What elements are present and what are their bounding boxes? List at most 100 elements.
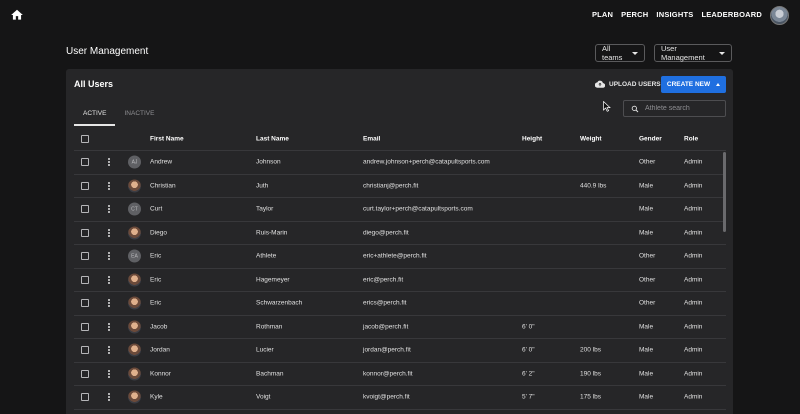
more-vert-icon[interactable] [108, 393, 110, 402]
select-all-checkbox[interactable] [81, 134, 89, 143]
cell-first-name: Christian [150, 182, 176, 190]
more-vert-icon[interactable] [108, 228, 110, 237]
create-new-label: CREATE NEW [666, 81, 711, 88]
col-last-name[interactable]: Last Name [256, 135, 289, 142]
users-card: All Users UPLOAD USERS CREATE NEW ACTIVE… [66, 69, 733, 414]
table-row[interactable]: Konnor Bachman konnor@perch.fit 6' 2" 190 lb… [74, 363, 726, 386]
nav-perch[interactable]: PERCH [621, 10, 648, 19]
cell-email: curt.taylor+perch@catapultsports.com [363, 205, 473, 213]
more-vert-icon[interactable] [108, 275, 110, 284]
status-tabs: ACTIVE INACTIVE [74, 107, 163, 126]
tab-inactive[interactable]: INACTIVE [115, 107, 163, 126]
row-checkbox[interactable] [81, 275, 89, 284]
teams-dropdown-label: All teams [602, 44, 623, 62]
table-row[interactable]: Eric Schwarzenbach erics@perch.fit Other Adm… [74, 292, 726, 316]
table-row[interactable]: Christian Juth christianj@perch.fit 440.9 l… [74, 175, 726, 198]
mouse-cursor-icon [603, 101, 611, 112]
cell-gender: Male [639, 182, 654, 190]
cell-email: jordan@perch.fit [363, 346, 411, 354]
row-checkbox[interactable] [81, 181, 89, 190]
search-input[interactable] [645, 105, 725, 112]
cell-gender: Other [639, 276, 656, 284]
cell-gender: Male [639, 205, 654, 213]
cell-last-name: Rothman [256, 323, 283, 331]
row-checkbox[interactable] [81, 158, 89, 167]
cell-last-name: Hagemeyer [256, 276, 290, 284]
col-email[interactable]: Email [363, 135, 380, 142]
nav-plan[interactable]: PLAN [592, 10, 613, 19]
cell-role: Admin [684, 205, 703, 213]
cell-gender: Male [639, 323, 654, 331]
chevron-up-icon [716, 83, 721, 86]
row-checkbox[interactable] [81, 228, 89, 237]
cell-role: Admin [684, 370, 703, 378]
cell-gender: Male [639, 346, 654, 354]
cell-first-name: Eric [150, 299, 162, 307]
more-vert-icon[interactable] [108, 252, 110, 261]
table-header: First Name Last Name Email Height Weight… [74, 127, 726, 151]
tab-active[interactable]: ACTIVE [74, 107, 116, 126]
table-row[interactable]: AJ Andrew Johnson andrew.johnson+perch@cata… [74, 151, 726, 175]
more-vert-icon[interactable] [108, 158, 110, 167]
cell-last-name: Taylor [256, 205, 274, 213]
col-weight[interactable]: Weight [580, 135, 602, 142]
cell-weight: 175 lbs [580, 393, 601, 401]
cell-weight: 190 lbs [580, 370, 601, 378]
top-navigation-bar: PLAN PERCH INSIGHTS LEADERBOARD [0, 0, 800, 30]
cell-first-name: Jacob [150, 323, 168, 331]
avatar: AJ [128, 155, 141, 169]
table-row[interactable]: Eric Hagemeyer eric@perch.fit Other Admin [74, 269, 726, 292]
col-height[interactable]: Height [522, 135, 542, 142]
cell-first-name: Eric [150, 252, 162, 260]
table-row[interactable]: Jacob Rothman jacob@perch.fit 6' 0" Male Admi… [74, 316, 726, 339]
row-checkbox[interactable] [81, 393, 89, 402]
row-checkbox[interactable] [81, 322, 89, 331]
more-vert-icon[interactable] [108, 205, 110, 214]
avatar [128, 367, 141, 381]
more-vert-icon[interactable] [108, 299, 110, 308]
more-vert-icon[interactable] [108, 322, 110, 331]
page-title: User Management [66, 46, 149, 57]
cell-role: Admin [684, 299, 703, 307]
cell-gender: Male [639, 370, 654, 378]
cell-email: diego@perch.fit [363, 229, 409, 237]
cell-email: konnor@perch.fit [363, 370, 413, 378]
table-scrollbar[interactable] [723, 152, 726, 232]
section-dropdown[interactable]: User Management [654, 44, 732, 62]
cell-role: Admin [684, 346, 703, 354]
more-vert-icon[interactable] [108, 369, 110, 378]
row-checkbox[interactable] [81, 369, 89, 378]
more-vert-icon[interactable] [108, 346, 110, 355]
col-gender[interactable]: Gender [639, 135, 662, 142]
users-table: First Name Last Name Email Height Weight… [74, 127, 726, 410]
cell-role: Admin [684, 393, 703, 401]
create-new-button[interactable]: CREATE NEW [661, 76, 726, 93]
col-role[interactable]: Role [684, 135, 698, 142]
avatar: EA [128, 249, 141, 263]
nav-leaderboard[interactable]: LEADERBOARD [701, 10, 762, 19]
home-icon[interactable] [10, 8, 24, 22]
table-row[interactable]: EA Eric Athlete eric+athlete@perch.fit Other… [74, 245, 726, 269]
cell-gender: Other [639, 158, 656, 166]
cell-email: christianj@perch.fit [363, 182, 419, 190]
row-checkbox[interactable] [81, 346, 89, 355]
table-row[interactable]: Diego Ruis-Marin diego@perch.fit Male Admin [74, 222, 726, 245]
avatar [128, 296, 141, 310]
card-title: All Users [74, 79, 114, 89]
row-checkbox[interactable] [81, 252, 89, 261]
teams-dropdown[interactable]: All teams [595, 44, 645, 62]
cell-last-name: Bachman [256, 370, 284, 378]
upload-users-label: UPLOAD USERS [609, 80, 661, 88]
row-checkbox[interactable] [81, 299, 89, 308]
cell-email: eric+athlete@perch.fit [363, 252, 427, 260]
table-row[interactable]: Kyle Voigt kvoigt@perch.fit 5' 7" 175 lbs Mal… [74, 386, 726, 410]
table-row[interactable]: Jordan Lucier jordan@perch.fit 6' 0" 200 lbs… [74, 339, 726, 363]
nav-insights[interactable]: INSIGHTS [656, 10, 693, 19]
cell-role: Admin [684, 229, 703, 237]
col-first-name[interactable]: First Name [150, 135, 184, 142]
table-row[interactable]: CT Curt Taylor curt.taylor+perch@catapultsp… [74, 198, 726, 222]
user-avatar[interactable] [770, 6, 789, 25]
upload-users-button[interactable]: UPLOAD USERS [595, 80, 661, 88]
more-vert-icon[interactable] [108, 181, 110, 190]
row-checkbox[interactable] [81, 205, 89, 214]
